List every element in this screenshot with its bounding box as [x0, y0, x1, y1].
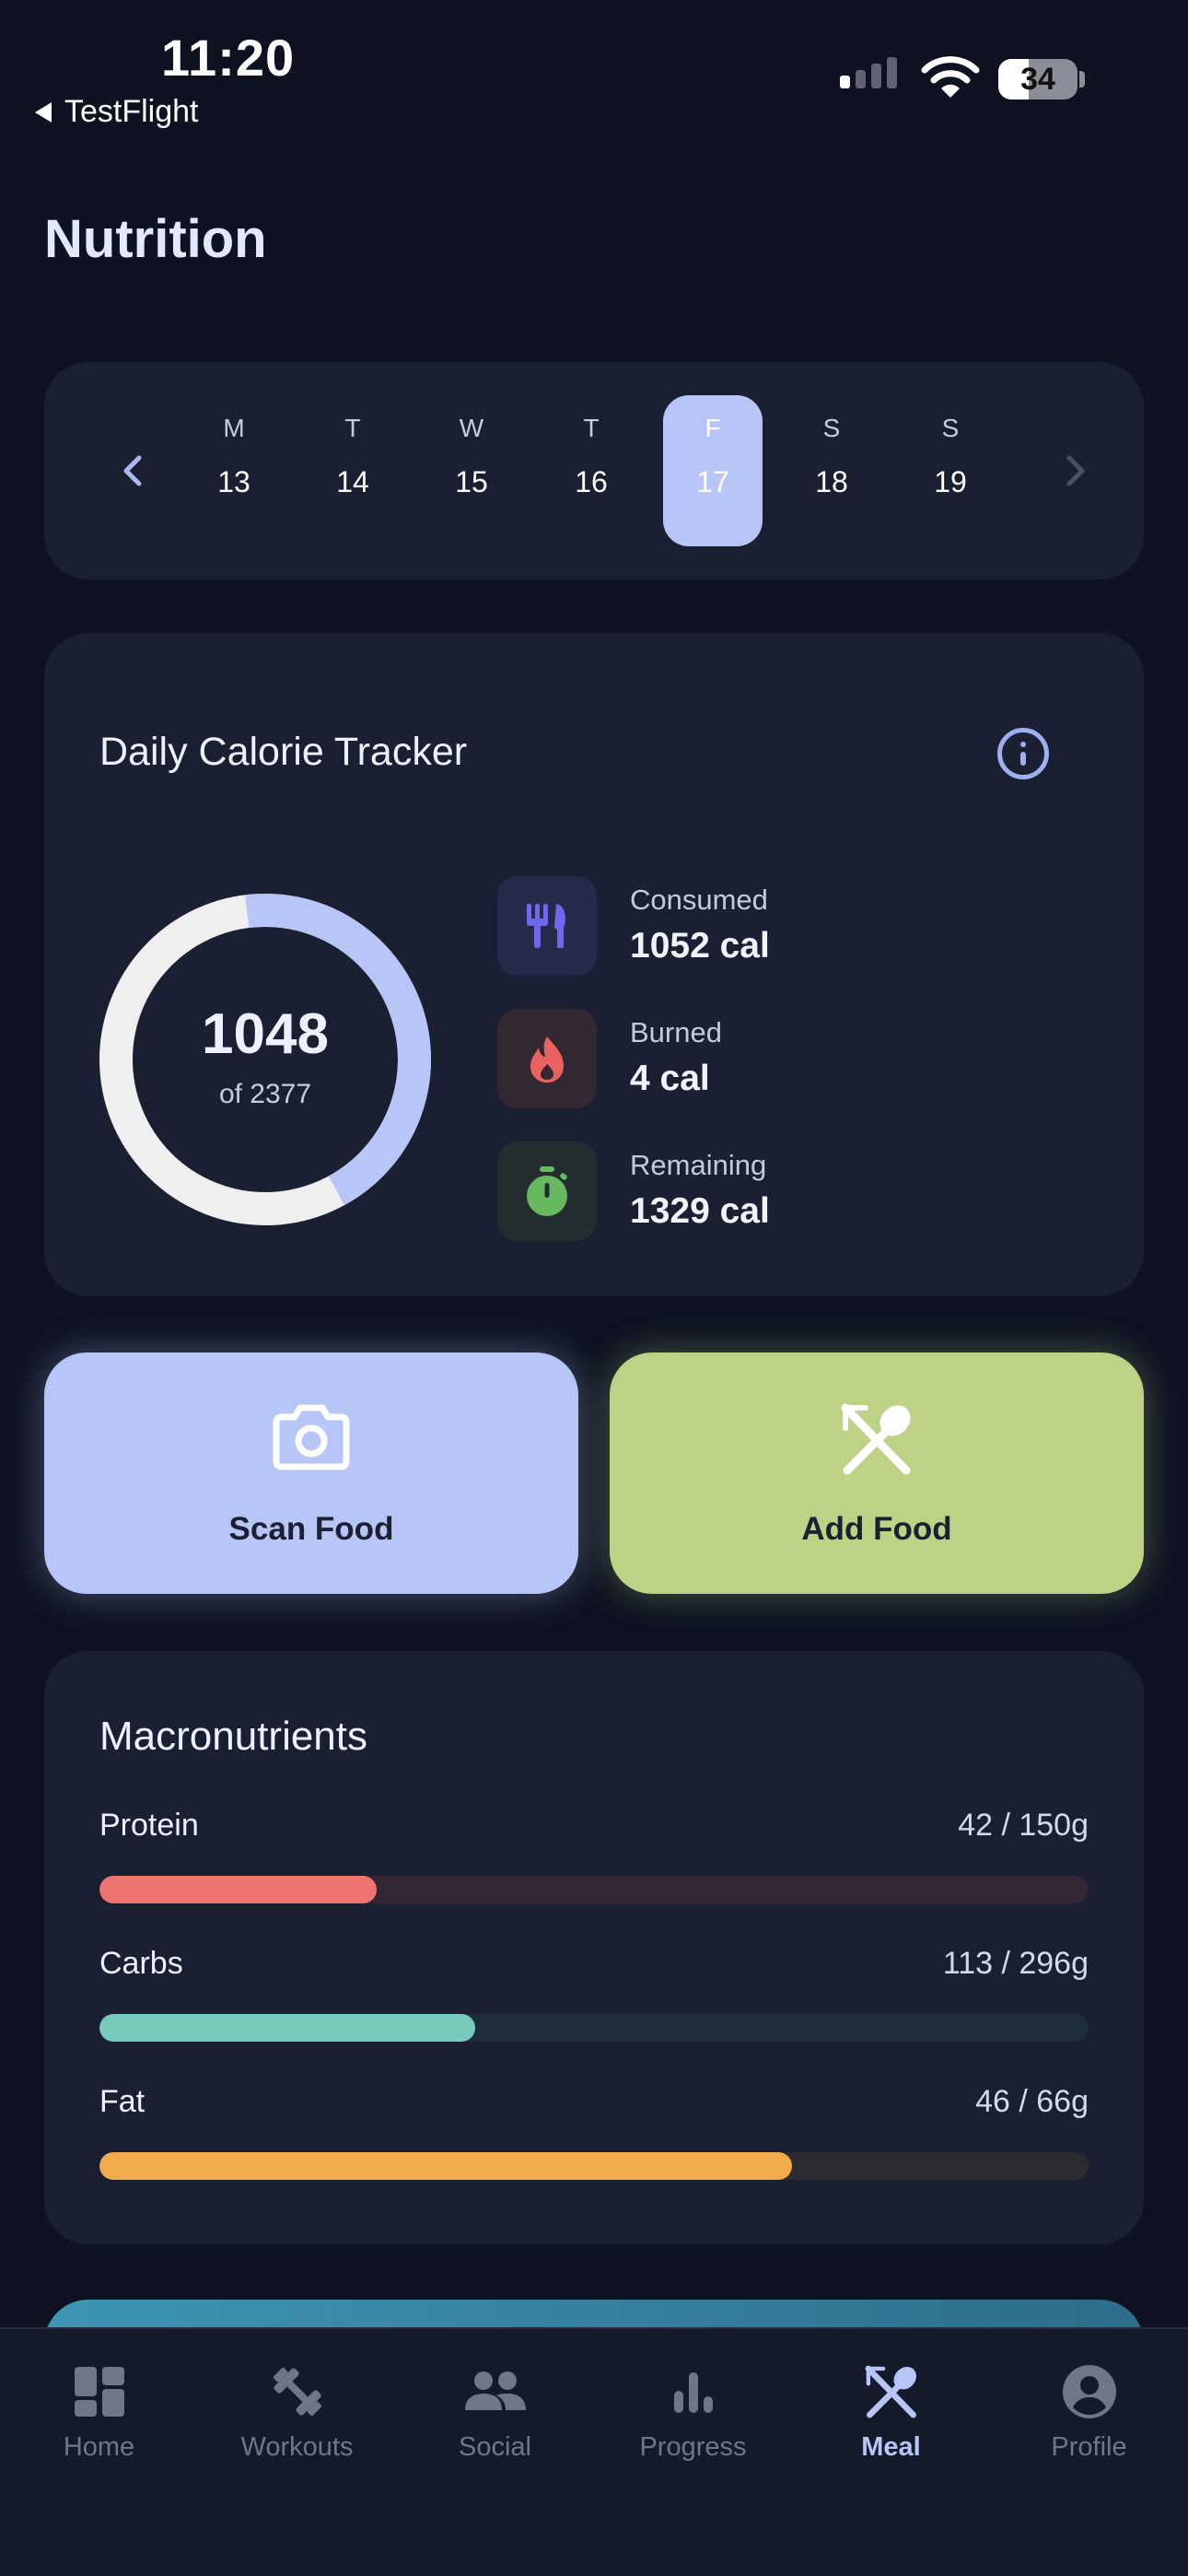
- calories-net-value: 1048: [202, 1002, 329, 1066]
- tab-workouts[interactable]: Workouts: [198, 2362, 396, 2463]
- burned-value: 4 cal: [630, 1059, 710, 1098]
- tab-progress-label: Progress: [639, 2432, 747, 2462]
- remaining-value: 1329 cal: [630, 1191, 770, 1231]
- chevron-left-icon: [123, 455, 142, 486]
- macro-amount: 46 / 66g: [975, 2084, 1089, 2119]
- previous-week-button[interactable]: [109, 447, 157, 495]
- tab-meal[interactable]: Meal: [792, 2362, 990, 2463]
- calories-goal-text: of 2377: [218, 1079, 312, 1109]
- macro-name: Protein: [99, 1808, 199, 1843]
- day-number: 15: [455, 465, 488, 498]
- cellular-signal-icon: [840, 57, 897, 88]
- day-number: 14: [336, 465, 369, 498]
- day-number: 19: [934, 465, 967, 498]
- add-food-button[interactable]: Add Food: [610, 1352, 1144, 1594]
- battery-level: 34: [1020, 62, 1055, 97]
- macronutrients-title: Macronutrients: [99, 1714, 368, 1759]
- day-3[interactable]: T 16: [542, 395, 641, 546]
- day-letter: S: [941, 414, 960, 442]
- macronutrients-card: Macronutrients Protein 42 / 150g Carbs 113 …: [44, 1651, 1144, 2244]
- day-letter: T: [344, 414, 361, 442]
- macro-progress-track: [99, 1876, 1089, 1903]
- macro-amount: 42 / 150g: [958, 1808, 1089, 1843]
- flame-icon: [530, 1036, 564, 1083]
- macro-progress-fill: [99, 2152, 792, 2180]
- remaining-icon-tile: [497, 1142, 597, 1241]
- fork-spoon-icon: [841, 1403, 911, 1475]
- battery-cap: [1079, 71, 1085, 88]
- chevron-right-icon: [1066, 455, 1085, 486]
- page-title: Nutrition: [44, 209, 267, 269]
- calorie-tracker-title: Daily Calorie Tracker: [99, 730, 468, 774]
- macro-progress-track: [99, 2152, 1089, 2180]
- fork-spoon-icon: [865, 2365, 916, 2418]
- dumbbell-icon: [273, 2367, 321, 2417]
- bar-chart-icon: [673, 2372, 713, 2413]
- day-letter: F: [705, 414, 721, 442]
- next-week-button[interactable]: [1052, 447, 1100, 495]
- back-to-app-link[interactable]: TestFlight: [35, 94, 199, 130]
- tab-progress[interactable]: Progress: [594, 2362, 792, 2463]
- dashboard-icon: [74, 2367, 124, 2417]
- macro-progress-track: [99, 2014, 1089, 2042]
- calorie-tracker-card: Daily Calorie Tracker 1048 of 2377 Consu…: [44, 633, 1144, 1296]
- macro-progress-fill: [99, 2014, 476, 2042]
- day-number: 13: [217, 465, 250, 498]
- scan-food-button[interactable]: Scan Food: [44, 1352, 578, 1594]
- macro-name: Fat: [99, 2084, 146, 2119]
- day-letter: T: [583, 414, 600, 442]
- tab-social-label: Social: [459, 2432, 531, 2462]
- remaining-label: Remaining: [630, 1149, 767, 1181]
- day-number: 18: [815, 465, 848, 498]
- day-5[interactable]: S 18: [782, 395, 881, 546]
- status-time: 11:20: [161, 29, 296, 87]
- add-food-label: Add Food: [801, 1511, 952, 1547]
- fork-knife-icon: [527, 904, 565, 948]
- account-circle-icon: [1062, 2365, 1116, 2418]
- tab-meal-label: Meal: [861, 2432, 921, 2462]
- tab-home-label: Home: [63, 2432, 135, 2462]
- tab-social[interactable]: Social: [396, 2362, 594, 2463]
- day-letter: W: [459, 414, 484, 442]
- consumed-value: 1052 cal: [630, 926, 770, 966]
- battery-icon: 34: [998, 59, 1077, 100]
- day-number: 17: [696, 465, 729, 498]
- day-2[interactable]: W 15: [422, 395, 521, 546]
- scan-food-label: Scan Food: [228, 1511, 394, 1547]
- day-0[interactable]: M 13: [184, 395, 284, 546]
- macro-name: Carbs: [99, 1946, 183, 1981]
- tab-profile-label: Profile: [1051, 2432, 1127, 2462]
- tab-bar: Home Workouts Social Progress Meal Profi…: [0, 2327, 1188, 2576]
- day-4[interactable]: F 17: [663, 395, 763, 546]
- tab-workouts-label: Workouts: [240, 2432, 354, 2462]
- macro-progress-fill: [99, 1876, 377, 1903]
- tab-home[interactable]: Home: [0, 2362, 198, 2463]
- camera-icon: [273, 1404, 350, 1470]
- day-6[interactable]: S 19: [901, 395, 1000, 546]
- week-selector: M 13 T 14 W 15 T 16 F 17 S 18 S 19: [44, 362, 1144, 580]
- consumed-icon-tile: [497, 876, 597, 976]
- day-letter: M: [223, 414, 245, 442]
- macro-amount: 113 / 296g: [942, 1946, 1089, 1981]
- consumed-label: Consumed: [630, 884, 768, 916]
- back-app-label: TestFlight: [64, 94, 199, 129]
- day-letter: S: [822, 414, 841, 442]
- people-icon: [464, 2371, 526, 2410]
- info-icon[interactable]: [997, 728, 1049, 779]
- burned-icon-tile: [497, 1009, 597, 1108]
- wifi-icon: [921, 55, 980, 104]
- day-1[interactable]: T 14: [303, 395, 402, 546]
- stopwatch-icon: [527, 1166, 567, 1216]
- back-triangle-icon: [35, 101, 52, 123]
- tab-profile[interactable]: Profile: [990, 2362, 1188, 2463]
- burned-label: Burned: [630, 1016, 722, 1048]
- day-number: 16: [575, 465, 608, 498]
